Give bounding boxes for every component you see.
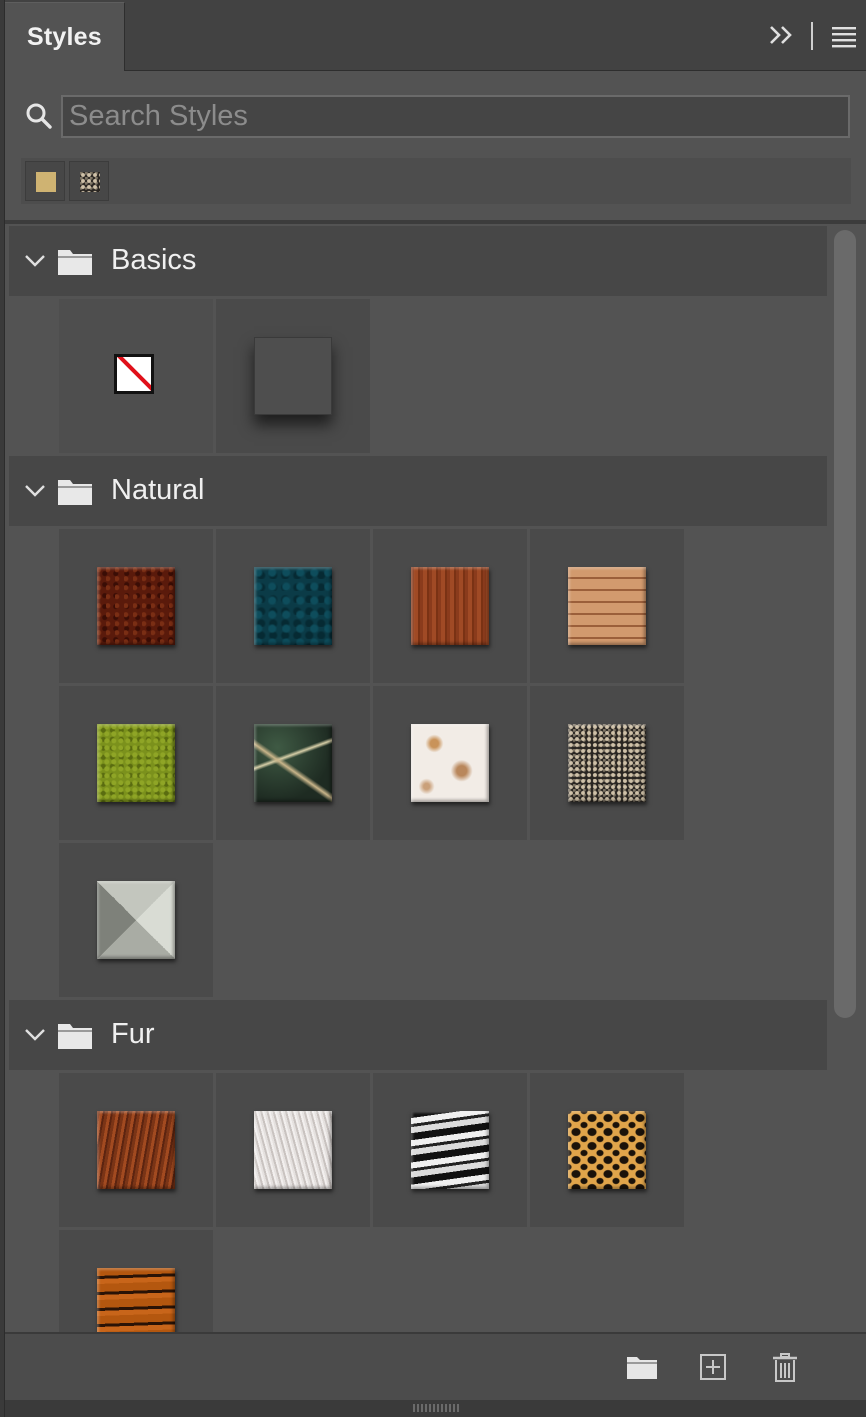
group-header-basics[interactable]: Basics <box>9 226 827 296</box>
group-name-basics: Basics <box>111 244 197 276</box>
red-wood-swatch <box>411 567 489 645</box>
style-tile-wood-planks[interactable] <box>530 529 684 683</box>
teal-water-swatch <box>254 567 332 645</box>
group-header-fur[interactable]: Fur <box>9 1000 827 1070</box>
section-divider <box>5 220 866 224</box>
style-tile-rust-earth[interactable] <box>59 529 213 683</box>
new-group-folder-icon[interactable] <box>625 1352 659 1382</box>
recent-style-gold[interactable] <box>25 161 65 201</box>
style-tile-brown-fur[interactable] <box>59 1073 213 1227</box>
pebbles-swatch <box>568 724 646 802</box>
vertical-scrollbar[interactable] <box>831 226 859 1332</box>
style-tile-zebra-fur[interactable] <box>373 1073 527 1227</box>
style-grid-natural <box>9 526 695 1000</box>
search-icon <box>26 103 52 129</box>
styles-list: Basics Natural Fur <box>9 226 827 1332</box>
recently-used-styles <box>21 158 851 204</box>
delete-trash-icon[interactable] <box>770 1352 800 1384</box>
style-grid-basics <box>9 296 695 456</box>
recent-style-pebble[interactable] <box>69 161 109 201</box>
chevron-down-icon[interactable] <box>23 480 47 500</box>
brown-fur-swatch <box>97 1111 175 1189</box>
light-marble-swatch <box>411 724 489 802</box>
style-tile-leopard-fur[interactable] <box>530 1073 684 1227</box>
search-styles-input[interactable] <box>61 95 850 138</box>
style-tile-green-moss[interactable] <box>59 686 213 840</box>
panel-footer <box>5 1332 866 1404</box>
folder-icon <box>58 250 92 275</box>
style-tile-none[interactable] <box>59 299 213 453</box>
dark-marble-swatch <box>254 724 332 802</box>
group-header-natural[interactable]: Natural <box>9 456 827 526</box>
style-tile-dark-marble[interactable] <box>216 686 370 840</box>
green-moss-swatch <box>97 724 175 802</box>
pebble-style-chip-icon <box>80 172 100 192</box>
tab-styles-label: Styles <box>27 23 102 51</box>
wood-planks-swatch <box>568 567 646 645</box>
stone-pyramid-swatch <box>97 881 175 959</box>
style-grid-fur <box>9 1070 695 1332</box>
scrollbar-thumb[interactable] <box>834 230 856 1018</box>
collapse-panel-icon[interactable] <box>767 20 797 50</box>
folder-icon <box>58 1024 92 1049</box>
panel-resize-handle[interactable] <box>5 1400 866 1417</box>
tab-styles[interactable]: Styles <box>5 2 125 71</box>
group-basics: Basics <box>9 226 827 456</box>
style-tile-pebbles[interactable] <box>530 686 684 840</box>
no-style-icon <box>114 354 154 394</box>
styles-panel: Styles Search Styles Basics Natural Fur <box>4 0 866 1417</box>
panel-tab-bar: Styles <box>5 0 866 71</box>
chevron-down-icon[interactable] <box>23 1024 47 1044</box>
style-tile-white-fur[interactable] <box>216 1073 370 1227</box>
style-tile-red-wood[interactable] <box>373 529 527 683</box>
group-fur: Fur <box>9 1000 827 1332</box>
style-tile-stone-pyramid[interactable] <box>59 843 213 997</box>
white-fur-swatch <box>254 1111 332 1189</box>
chevron-down-icon[interactable] <box>23 250 47 270</box>
style-tile-tiger-fur[interactable] <box>59 1230 213 1332</box>
leopard-fur-swatch <box>568 1111 646 1189</box>
gold-style-chip-icon <box>36 172 56 192</box>
tab-bar-divider <box>811 22 813 50</box>
style-tile-light-marble[interactable] <box>373 686 527 840</box>
panel-menu-icon[interactable] <box>830 23 858 49</box>
group-name-natural: Natural <box>111 474 205 506</box>
new-style-icon[interactable] <box>698 1352 728 1382</box>
group-name-fur: Fur <box>111 1018 155 1050</box>
rust-earth-swatch <box>97 567 175 645</box>
style-tile-drop-shadow[interactable] <box>216 299 370 453</box>
zebra-fur-swatch <box>411 1111 489 1189</box>
resize-grip-icon <box>413 1404 459 1412</box>
drop-shadow-style-swatch <box>254 337 332 415</box>
style-tile-teal-water[interactable] <box>216 529 370 683</box>
tiger-fur-swatch <box>97 1268 175 1332</box>
folder-icon <box>58 480 92 505</box>
group-natural: Natural <box>9 456 827 1000</box>
